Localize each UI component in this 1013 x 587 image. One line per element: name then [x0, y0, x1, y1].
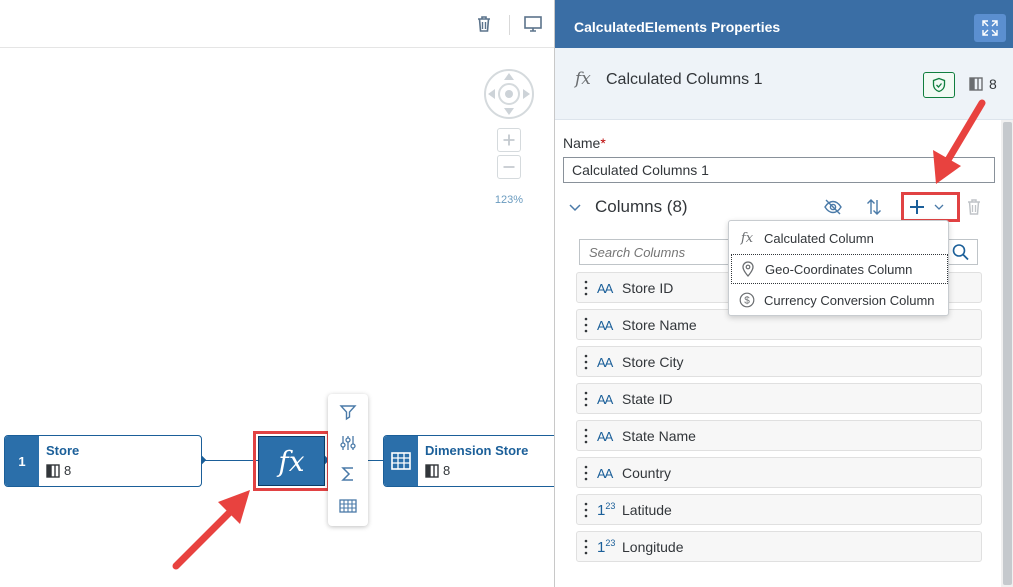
column-name: Longitude: [622, 539, 684, 555]
node-name: Calculated Columns 1: [606, 71, 763, 88]
columns-title: Columns (8): [595, 197, 688, 216]
column-row[interactable]: AA Store City: [576, 346, 982, 377]
menu-item-label: Calculated Column: [764, 230, 874, 246]
store-node[interactable]: 1 Store 8: [4, 435, 202, 487]
plus-icon: [910, 200, 924, 214]
node-title: Store: [46, 443, 80, 458]
fx-icon: fx: [278, 444, 305, 478]
location-pin-icon: [739, 260, 757, 278]
drag-handle-icon[interactable]: [584, 353, 588, 371]
zoom-out-button[interactable]: [497, 155, 521, 179]
dimension-icon: [391, 452, 411, 470]
grid-icon[interactable]: [338, 496, 358, 516]
number-type-icon: 123: [597, 501, 616, 519]
text-type-icon: AA: [597, 392, 613, 407]
text-type-icon: AA: [597, 466, 613, 481]
column-name: Latitude: [622, 502, 672, 518]
column-row[interactable]: 123 Longitude: [576, 531, 982, 562]
panel-header: CalculatedElements Properties: [555, 0, 1013, 48]
drag-handle-icon[interactable]: [584, 390, 588, 408]
menu-item-calculated-column[interactable]: fx Calculated Column: [731, 223, 948, 253]
chevron-down-icon[interactable]: [567, 199, 583, 215]
drag-handle-icon[interactable]: [584, 427, 588, 445]
node-summary-band: fx Calculated Columns 1 8: [555, 48, 1013, 120]
columns-icon: [425, 463, 439, 478]
required-mark: *: [600, 135, 606, 151]
add-column-menu: fx Calculated Column Geo-Coordinates Col…: [728, 220, 949, 316]
drag-handle-icon[interactable]: [584, 538, 588, 556]
column-name: Store Name: [622, 317, 697, 333]
drag-handle-icon[interactable]: [584, 464, 588, 482]
text-type-icon: AA: [597, 318, 613, 333]
canvas-toolbar: [0, 0, 554, 48]
columns-icon: [46, 463, 60, 478]
node-context-menu: [328, 394, 368, 526]
scrollbar-thumb[interactable]: [1003, 122, 1012, 585]
zoom-level-label: 123%: [494, 194, 524, 206]
monitor-icon[interactable]: [523, 14, 543, 34]
zoom-in-button[interactable]: [497, 128, 521, 152]
column-name: State ID: [622, 391, 673, 407]
modeling-canvas[interactable]: 123% 1 Store 8 fx Dimension Store 8: [0, 0, 573, 587]
dimension-store-node[interactable]: Dimension Store 8: [383, 435, 573, 487]
column-name: Country: [622, 465, 672, 481]
chevron-down-icon: [934, 204, 944, 210]
node-column-count: 8: [425, 463, 450, 478]
column-row[interactable]: AA State ID: [576, 383, 982, 414]
connector-line: [202, 460, 258, 461]
node-title: Dimension Store: [425, 443, 529, 458]
search-icon[interactable]: [950, 242, 972, 262]
filter-icon[interactable]: [338, 402, 358, 422]
fx-icon: fx: [740, 230, 754, 246]
menu-item-geo-coordinates-column[interactable]: Geo-Coordinates Column: [731, 254, 948, 284]
column-name: State Name: [622, 428, 696, 444]
trash-icon[interactable]: [474, 14, 494, 34]
name-label-text: Name: [563, 135, 601, 151]
name-input[interactable]: [563, 157, 995, 183]
column-row[interactable]: AA Country: [576, 457, 982, 488]
number-type-icon: 123: [597, 538, 616, 556]
node-count-value: 8: [64, 463, 72, 478]
trash-icon[interactable]: [964, 197, 984, 217]
sort-icon[interactable]: [864, 197, 884, 217]
svg-text:$: $: [744, 296, 750, 307]
panel-title: CalculatedElements Properties: [574, 19, 781, 35]
menu-item-label: Currency Conversion Column: [764, 292, 935, 308]
toolbar-separator: [509, 15, 510, 35]
column-row[interactable]: 123 Latitude: [576, 494, 982, 525]
menu-item-currency-conversion-column[interactable]: $ Currency Conversion Column: [731, 285, 948, 315]
calculated-elements-node[interactable]: fx: [258, 436, 325, 486]
sigma-icon[interactable]: [338, 464, 358, 484]
column-name: Store ID: [622, 280, 674, 296]
node-index: 1: [5, 436, 39, 486]
name-label: Name*: [563, 135, 606, 151]
expand-icon: [982, 20, 998, 36]
text-type-icon: AA: [597, 355, 613, 370]
column-count: 8: [969, 76, 997, 92]
column-count-value: 8: [989, 76, 997, 92]
column-row[interactable]: AA State Name: [576, 420, 982, 451]
text-type-icon: AA: [597, 429, 613, 444]
menu-item-label: Geo-Coordinates Column: [765, 261, 913, 277]
drag-handle-icon[interactable]: [584, 316, 588, 334]
fx-icon: fx: [575, 69, 591, 89]
currency-icon: $: [738, 291, 756, 309]
node-type-icon: [384, 436, 418, 486]
add-column-button[interactable]: [906, 197, 954, 217]
node-column-count: 8: [46, 463, 71, 478]
text-type-icon: AA: [597, 281, 613, 296]
node-count-value: 8: [443, 463, 451, 478]
expand-button[interactable]: [974, 14, 1006, 42]
hide-icon[interactable]: [823, 197, 843, 217]
drag-handle-icon[interactable]: [584, 279, 588, 297]
shield-check-icon: [932, 77, 946, 93]
drag-handle-icon[interactable]: [584, 501, 588, 519]
columns-icon: [969, 77, 983, 91]
sliders-icon[interactable]: [338, 433, 358, 453]
column-name: Store City: [622, 354, 684, 370]
validation-badge[interactable]: [923, 72, 955, 98]
pan-navigation-control[interactable]: [483, 68, 535, 120]
